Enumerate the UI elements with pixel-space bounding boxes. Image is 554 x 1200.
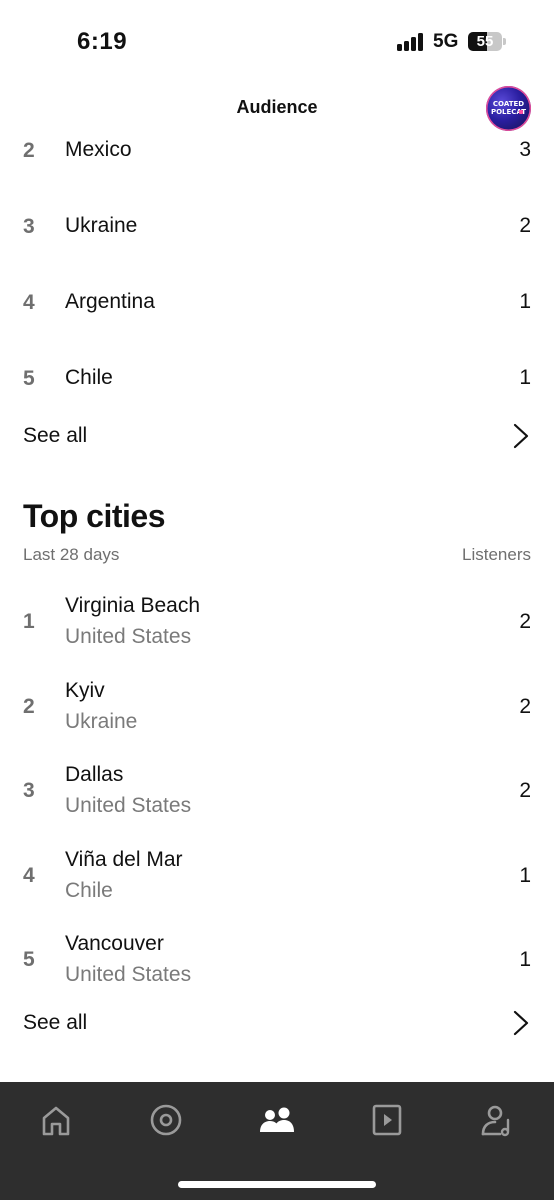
city-rank: 2 [23,695,35,718]
city-name: Vancouver [65,932,164,955]
country-row: 4 Argentina 1 [0,289,554,319]
city-row: 3 Dallas United States 2 [0,763,554,823]
city-row: 4 Viña del Mar Chile 1 [0,848,554,908]
avatar[interactable]: COATED POLECAT [486,86,531,131]
country-listeners: 1 [519,366,531,389]
country-name: Argentina [65,290,155,313]
country-listeners: 1 [519,290,531,313]
country-rank: 4 [23,291,35,314]
city-country: United States [65,625,192,648]
country-rank: 2 [23,139,35,162]
column-header-listeners: Listeners [462,545,531,564]
city-name: Dallas [65,763,124,786]
country-row: 2 Mexico 3 [0,137,554,167]
home-indicator[interactable] [178,1181,376,1188]
home-icon [42,1106,70,1136]
chevron-right-icon [513,423,529,449]
city-rank: 5 [23,948,35,971]
battery-icon: 55 [468,32,506,51]
country-listeners: 2 [519,214,531,237]
city-listeners: 1 [519,864,531,887]
city-country: Ukraine [65,710,138,733]
city-rank: 4 [23,864,35,887]
country-row: 3 Ukraine 2 [0,213,554,243]
section-title: Top cities [23,498,165,534]
audience-icon [260,1107,294,1132]
see-all-label: See all [23,424,88,447]
city-listeners: 2 [519,610,531,633]
video-icon [372,1104,402,1136]
city-row: 1 Virginia Beach United States 2 [0,594,554,654]
city-listeners: 1 [519,948,531,971]
city-row: 5 Vancouver United States 1 [0,932,554,992]
avatar-text-line2: POLECAT [490,108,527,116]
city-listeners: 2 [519,779,531,802]
cities-see-all-button[interactable]: See all [0,1007,554,1041]
city-country: United States [65,794,192,817]
countries-see-all-button[interactable]: See all [0,420,554,454]
city-name: Kyiv [65,679,105,702]
nav-profile[interactable] [478,1100,518,1140]
signal-icon [397,33,425,51]
city-row: 2 Kyiv Ukraine 2 [0,679,554,739]
battery-level: 55 [476,33,494,50]
city-name: Virginia Beach [65,594,201,617]
profile-music-icon [481,1105,510,1137]
nav-home[interactable] [36,1100,76,1140]
city-country: Chile [65,879,113,902]
city-country: United States [65,963,192,986]
country-name: Ukraine [65,214,138,237]
country-name: Mexico [65,138,132,161]
nav-video[interactable] [367,1100,407,1140]
nav-audience[interactable] [257,1100,297,1140]
status-bar: 6:19 5G 55 [0,0,554,84]
see-all-label: See all [23,1011,88,1034]
page-title: Audience [236,97,318,117]
country-rank: 3 [23,215,35,238]
country-name: Chile [65,366,113,389]
period-label: Last 28 days [23,545,120,564]
city-rank: 1 [23,610,35,633]
avatar-text-line1: COATED [492,100,525,108]
status-time: 6:19 [77,28,128,55]
nav-episodes[interactable] [146,1100,186,1140]
country-rank: 5 [23,367,35,390]
city-listeners: 2 [519,695,531,718]
country-row: 5 Chile 1 [0,365,554,395]
chevron-right-icon [513,1010,529,1036]
disc-icon [150,1104,182,1136]
city-rank: 3 [23,779,35,802]
city-name: Viña del Mar [65,848,183,871]
network-type: 5G [433,31,459,52]
country-listeners: 3 [519,138,531,161]
